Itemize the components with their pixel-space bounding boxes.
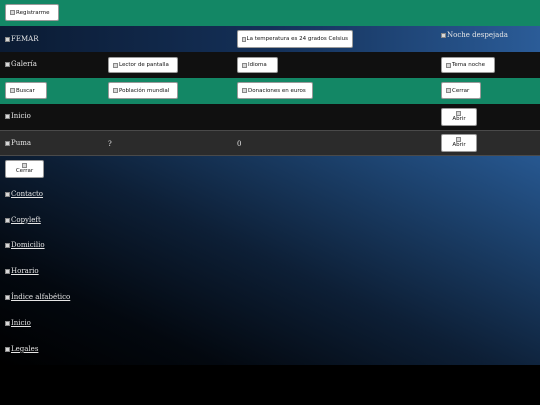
register-button[interactable]: Registrarme: [5, 4, 59, 21]
language-button[interactable]: Idioma: [237, 57, 278, 73]
actions-row: Buscar Población mundial Donaciones en e…: [0, 78, 540, 104]
close-button[interactable]: Cerrar: [441, 82, 481, 99]
register-icon: [10, 10, 15, 15]
donations-button[interactable]: Donaciones en euros: [237, 82, 313, 99]
background-gradient: [0, 155, 540, 365]
temperature-icon: [242, 36, 246, 42]
language-icon: [242, 62, 247, 68]
close-icon: [446, 88, 451, 93]
menu-item-index[interactable]: Índice alfabético: [5, 293, 70, 301]
search-button[interactable]: Buscar: [5, 82, 47, 99]
home-row: Inicio Abrir: [0, 104, 540, 130]
puma-col2-value: ?: [108, 140, 112, 148]
menu-item-schedule[interactable]: Horario: [5, 267, 39, 275]
gallery-link[interactable]: Galería: [5, 60, 37, 68]
home-icon: [5, 113, 10, 119]
population-button[interactable]: Población mundial: [108, 82, 178, 99]
menu-item-legal[interactable]: Legales: [5, 345, 38, 353]
link-icon: [5, 242, 10, 248]
donations-icon: [242, 88, 247, 93]
screen-reader-icon: [113, 62, 118, 68]
night-theme-icon: [446, 62, 451, 68]
weather-icon: [441, 32, 446, 38]
site-logo-icon: [5, 36, 10, 42]
night-theme-button[interactable]: Tema noche: [441, 57, 495, 73]
site-label: FEMAR: [5, 35, 38, 43]
link-icon: [5, 294, 10, 300]
puma-row: Puma ? 0 Abrir: [0, 130, 540, 156]
screen-reader-button[interactable]: Lector de pantalla: [108, 57, 178, 73]
link-icon: [5, 268, 10, 274]
puma-col3-value: 0: [237, 140, 242, 148]
search-icon: [10, 88, 15, 93]
link-icon: [5, 320, 10, 326]
temperature-button[interactable]: La temperatura es 24 grados Celsius: [237, 30, 353, 48]
menu-close-button[interactable]: Cerrar: [5, 160, 44, 178]
menu-item-contact[interactable]: Contacto: [5, 190, 43, 198]
puma-icon: [5, 140, 10, 146]
info-row: FEMAR La temperatura es 24 grados Celsiu…: [0, 26, 540, 52]
open-button-home[interactable]: Abrir: [441, 108, 477, 126]
gallery-icon: [5, 61, 10, 67]
home-link[interactable]: Inicio: [5, 112, 31, 120]
top-bar: Registrarme: [0, 0, 540, 26]
menu-item-address[interactable]: Domicilio: [5, 241, 45, 249]
menu-item-copyleft[interactable]: Copyleft: [5, 216, 41, 224]
weather-label: Noche despejada: [441, 31, 508, 39]
link-icon: [5, 191, 10, 197]
population-icon: [113, 88, 118, 93]
link-icon: [5, 217, 10, 223]
link-icon: [5, 346, 10, 352]
tools-row: Galería Lector de pantalla Idioma Tema n…: [0, 52, 540, 78]
open-button-puma[interactable]: Abrir: [441, 134, 477, 152]
puma-label: Puma: [5, 139, 31, 147]
menu-item-home[interactable]: Inicio: [5, 319, 31, 327]
